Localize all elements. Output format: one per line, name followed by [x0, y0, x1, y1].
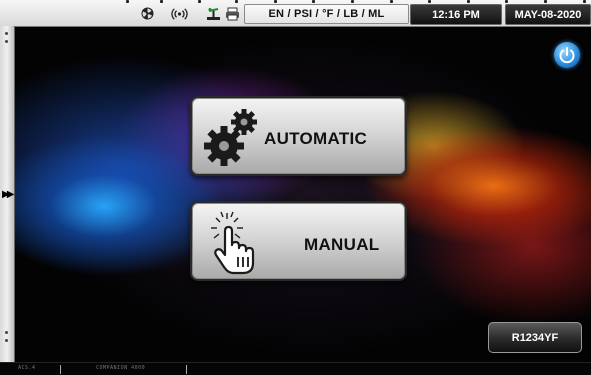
bar-tick — [583, 0, 586, 3]
manual-label: MANUAL — [304, 235, 380, 254]
side-dot — [5, 40, 8, 43]
power-icon — [559, 47, 575, 64]
side-dot — [5, 331, 8, 334]
scale-icon[interactable] — [205, 6, 221, 21]
side-dot — [5, 339, 8, 342]
refrigerant-button[interactable]: R1234YF — [488, 322, 582, 353]
bottom-middle-text: COMPANION 4000 — [96, 365, 146, 371]
screen: EN / PSI / °F / LB / ML 12:16 PM MAY-08-… — [0, 0, 591, 375]
printer-icon[interactable] — [224, 6, 240, 21]
bottom-separator — [186, 365, 187, 374]
bottom-separator — [60, 365, 61, 374]
bar-tick — [312, 0, 315, 3]
automatic-button[interactable]: AUTOMATIC — [190, 96, 407, 176]
status-bar: EN / PSI / °F / LB / ML 12:16 PM MAY-08-… — [0, 0, 591, 27]
bottom-bar: ACS.4 COMPANION 4000 — [0, 362, 591, 375]
gears-icon — [202, 106, 262, 173]
bar-tick — [235, 0, 238, 3]
automatic-label: AUTOMATIC — [264, 129, 368, 148]
fan-icon[interactable] — [140, 6, 155, 21]
bar-tick — [126, 0, 129, 3]
time-display: 12:16 PM — [410, 4, 502, 25]
touch-hand-icon — [210, 209, 262, 280]
bar-tick — [544, 0, 547, 3]
power-button[interactable] — [554, 42, 580, 68]
side-panel[interactable]: ▶▶ — [0, 26, 15, 362]
bar-tick — [428, 0, 431, 3]
manual-button[interactable]: MANUAL — [190, 201, 407, 281]
side-dot — [5, 32, 8, 35]
units-display[interactable]: EN / PSI / °F / LB / ML — [244, 4, 409, 24]
bar-tick — [390, 0, 393, 3]
bar-tick — [505, 0, 508, 3]
double-chevron-right-icon[interactable]: ▶▶ — [2, 190, 15, 200]
wireless-icon[interactable] — [170, 6, 188, 21]
bottom-left-text: ACS.4 — [18, 365, 36, 371]
bar-tick — [351, 0, 354, 3]
background-glow — [14, 26, 591, 362]
bar-tick — [198, 0, 201, 3]
bar-tick — [467, 0, 470, 3]
bar-tick — [274, 0, 277, 3]
date-display: MAY-08-2020 — [505, 4, 591, 25]
bar-tick — [160, 0, 163, 3]
